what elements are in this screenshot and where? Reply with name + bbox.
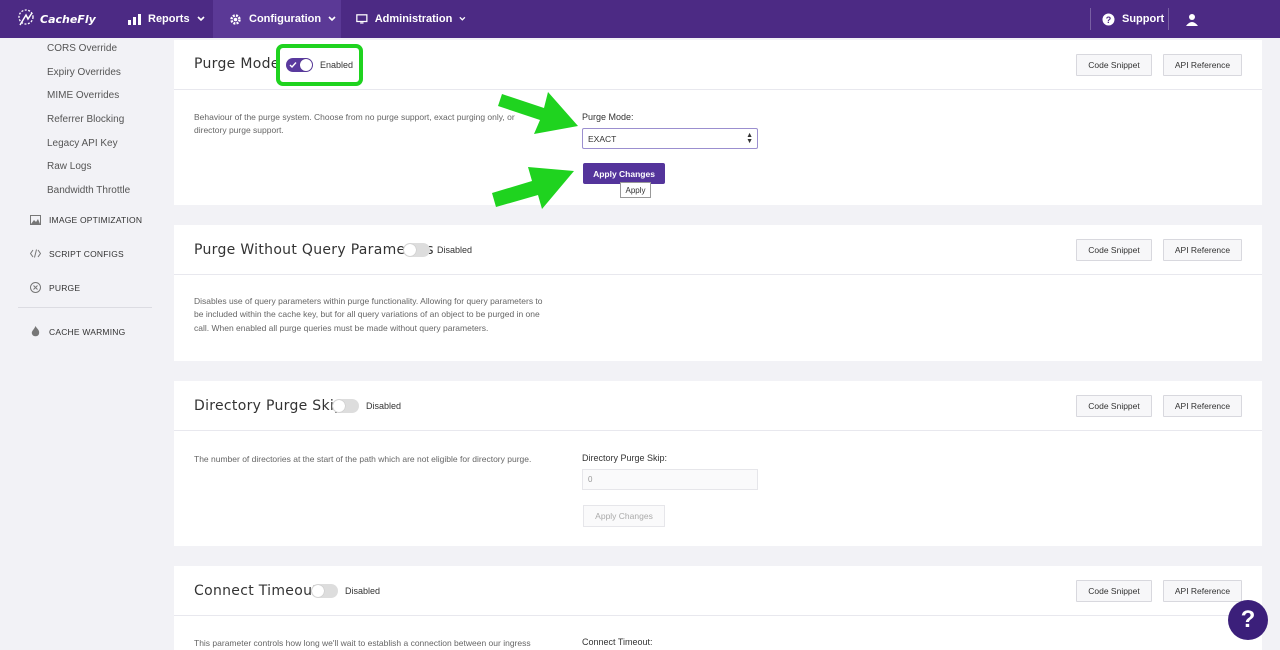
nav-configuration[interactable]: Configuration xyxy=(213,0,341,38)
sidebar-item-legacy-api-key[interactable]: Legacy API Key xyxy=(47,138,118,149)
sidebar-divider xyxy=(18,307,152,308)
purge-without-query-toggle[interactable] xyxy=(403,243,430,257)
sidebar: CORS Override Expiry Overrides MIME Over… xyxy=(0,38,165,650)
top-navbar: CacheFly Reports Configuration Administr… xyxy=(0,0,1280,38)
api-reference-button[interactable]: API Reference xyxy=(1163,239,1242,261)
toggle-status: Disabled xyxy=(437,245,473,255)
purge-without-query-card: Purge Without Query Parameters Disabled … xyxy=(174,225,1262,361)
toggle-status: Disabled xyxy=(345,586,381,596)
sidebar-item-raw-logs[interactable]: Raw Logs xyxy=(47,161,91,172)
bar-chart-icon xyxy=(128,13,141,25)
toggle-status: Disabled xyxy=(366,401,402,411)
sidebar-section-purge[interactable]: PURGE xyxy=(30,282,80,293)
sidebar-item-referrer-blocking[interactable]: Referrer Blocking xyxy=(47,114,124,125)
sidebar-section-label: PURGE xyxy=(49,282,81,293)
chevron-down-icon xyxy=(459,16,466,21)
nav-support-label: Support xyxy=(1122,13,1165,25)
nav-divider xyxy=(1168,8,1169,30)
purge-mode-select[interactable]: EXACT ▲ ▼ xyxy=(582,128,758,149)
card-header: Directory Purge Skip Disabled Code Snipp… xyxy=(174,381,1262,431)
card-description: The number of directories at the start o… xyxy=(194,454,532,464)
nav-administration-label: Administration xyxy=(374,13,453,25)
api-reference-button[interactable]: API Reference xyxy=(1163,580,1242,602)
select-caret-icon: ▲ ▼ xyxy=(746,132,753,145)
monitor-icon xyxy=(356,14,368,24)
annotation-arrow-icon xyxy=(492,167,574,209)
user-icon xyxy=(1186,13,1198,26)
card-description-cont: directory purge support. xyxy=(194,125,284,135)
image-icon xyxy=(30,214,41,225)
nav-administration[interactable]: Administration xyxy=(356,0,466,38)
nav-support[interactable]: ? Support xyxy=(1102,0,1164,38)
chevron-down-icon xyxy=(328,16,336,22)
sidebar-section-image-optimization[interactable]: IMAGE OPTIMIZATION xyxy=(30,214,142,225)
apply-changes-button-disabled[interactable]: Apply Changes xyxy=(583,505,665,527)
directory-purge-skip-card: Directory Purge Skip Disabled Code Snipp… xyxy=(174,381,1262,546)
circle-x-icon xyxy=(30,282,41,293)
sidebar-item-bandwidth-throttle[interactable]: Bandwidth Throttle xyxy=(47,185,130,196)
card-header: Purge Without Query Parameters Disabled … xyxy=(174,225,1262,275)
toggle-knob xyxy=(312,585,324,597)
sidebar-item-mime-overrides[interactable]: MIME Overrides xyxy=(47,90,119,101)
card-title: Directory Purge Skip xyxy=(194,398,344,414)
directory-purge-skip-field-label: Directory Purge Skip: xyxy=(582,453,668,463)
nav-reports[interactable]: Reports xyxy=(114,0,210,38)
card-description-line-1: Disables use of query parameters within … xyxy=(194,296,543,306)
select-value: EXACT xyxy=(588,134,617,144)
code-snippet-button[interactable]: Code Snippet xyxy=(1076,54,1152,76)
sidebar-section-label: IMAGE OPTIMIZATION xyxy=(49,214,143,225)
card-title: Connect Timeout xyxy=(194,583,319,599)
connect-timeout-toggle[interactable] xyxy=(311,584,338,598)
annotation-highlight-box xyxy=(276,44,363,86)
logo-text: CacheFly xyxy=(40,12,96,26)
nav-divider xyxy=(1090,8,1091,30)
sidebar-item-expiry-overrides[interactable]: Expiry Overrides xyxy=(47,67,121,78)
directory-purge-skip-input[interactable]: 0 xyxy=(582,469,758,490)
nav-reports-label: Reports xyxy=(148,13,190,25)
api-reference-button[interactable]: API Reference xyxy=(1163,395,1242,417)
sidebar-section-label: CACHE WARMING xyxy=(49,326,126,337)
annotation-arrow-icon xyxy=(498,92,578,134)
card-header: Connect Timeout Disabled Code Snippet AP… xyxy=(174,566,1262,616)
purge-mode-field-label: Purge Mode: xyxy=(582,112,634,122)
card-description-line-3: call. When enabled all purge queries mus… xyxy=(194,323,489,333)
gear-icon xyxy=(230,13,241,25)
toggle-knob xyxy=(404,244,416,256)
card-title: Purge Without Query Parameters xyxy=(194,242,434,258)
cachefly-logo[interactable]: CacheFly xyxy=(16,6,96,32)
nav-configuration-label: Configuration xyxy=(249,13,322,25)
code-snippet-button[interactable]: Code Snippet xyxy=(1076,580,1152,602)
apply-tooltip: Apply xyxy=(620,182,651,198)
card-description-line-2: be included within the cache key, but fo… xyxy=(194,309,540,319)
logo-icon xyxy=(18,9,34,26)
help-circle-icon: ? xyxy=(1102,13,1115,25)
card-description: Behaviour of the purge system. Choose fr… xyxy=(194,112,515,122)
connect-timeout-card: Connect Timeout Disabled Code Snippet AP… xyxy=(174,566,1262,650)
card-description: This parameter controls how long we'll w… xyxy=(194,638,531,648)
code-snippet-button[interactable]: Code Snippet xyxy=(1076,395,1152,417)
code-snippet-button[interactable]: Code Snippet xyxy=(1076,239,1152,261)
svg-text:?: ? xyxy=(1106,15,1112,25)
toggle-knob xyxy=(333,400,345,412)
flame-icon xyxy=(30,326,41,337)
question-icon: ? xyxy=(1240,606,1256,633)
user-menu[interactable] xyxy=(1186,0,1198,38)
code-icon xyxy=(30,248,41,259)
sidebar-section-script-configs[interactable]: SCRIPT CONFIGS xyxy=(30,248,124,259)
help-button[interactable]: ? xyxy=(1228,600,1268,640)
sidebar-section-cache-warming[interactable]: CACHE WARMING xyxy=(30,326,125,337)
sidebar-item-cors-override[interactable]: CORS Override xyxy=(47,43,117,54)
sidebar-section-label: SCRIPT CONFIGS xyxy=(49,248,124,259)
chevron-down-icon xyxy=(196,16,205,22)
apply-changes-button[interactable]: Apply Changes xyxy=(583,163,665,184)
connect-timeout-field-label: Connect Timeout: xyxy=(582,637,653,647)
api-reference-button[interactable]: API Reference xyxy=(1163,54,1242,76)
card-title: Purge Mode xyxy=(194,56,280,72)
directory-purge-skip-toggle[interactable] xyxy=(332,399,359,413)
